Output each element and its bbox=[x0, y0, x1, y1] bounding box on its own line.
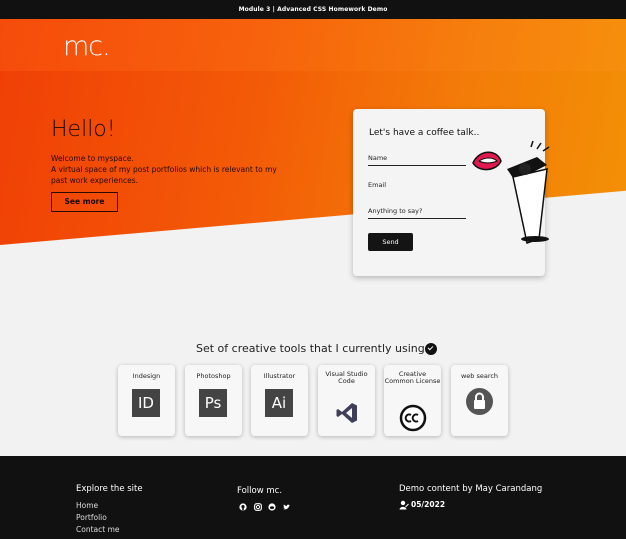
hero-title: Hello! bbox=[51, 117, 116, 142]
web-search-icon bbox=[466, 388, 493, 415]
see-more-button[interactable]: See more bbox=[51, 192, 118, 212]
footer-link-contact[interactable]: Contact me bbox=[76, 525, 119, 534]
email-field[interactable]: Email bbox=[368, 181, 466, 193]
hero-description-line: past work experiences. bbox=[51, 176, 138, 185]
tool-card-photoshop[interactable]: Photoshop Ps bbox=[185, 365, 242, 436]
instagram-icon[interactable] bbox=[254, 503, 262, 511]
site-logo[interactable]: mc. bbox=[63, 31, 111, 62]
send-button[interactable]: Send bbox=[368, 233, 413, 251]
tool-label: web search bbox=[460, 372, 499, 380]
illustrator-icon: Ai bbox=[265, 389, 293, 417]
vscode-icon bbox=[336, 403, 357, 423]
hero-welcome-text: Welcome to myspace. bbox=[51, 154, 134, 163]
footer-link-home[interactable]: Home bbox=[76, 501, 98, 510]
site-footer: Explore the site Home Portfolio Contact … bbox=[0, 456, 626, 539]
tools-heading: Set of creative tools that I currently u… bbox=[196, 342, 425, 355]
coffee-cup-illustration bbox=[472, 140, 550, 244]
explore-heading: Explore the site bbox=[76, 484, 143, 494]
follow-heading: Follow mc. bbox=[237, 486, 283, 496]
date-text: 05/2022 bbox=[411, 500, 446, 509]
tool-label: Visual Studio Code bbox=[325, 370, 368, 385]
check-circle-icon bbox=[425, 343, 437, 355]
contact-card: Let's have a coffee talk.. Name Email An… bbox=[353, 109, 550, 276]
tool-label: Indesign bbox=[132, 372, 161, 380]
hero-description-line: A virtual space of my post portfolios wh… bbox=[51, 165, 277, 174]
photoshop-icon: Ps bbox=[199, 389, 227, 417]
name-field[interactable]: Name bbox=[368, 154, 466, 166]
creative-commons-icon bbox=[399, 404, 427, 432]
message-field[interactable]: Anything to say? bbox=[368, 207, 466, 219]
indesign-icon: ID bbox=[132, 389, 160, 417]
twitter-icon[interactable] bbox=[282, 503, 291, 511]
tool-card-illustrator[interactable]: Illustrator Ai bbox=[251, 365, 308, 436]
tool-label: Illustrator bbox=[263, 372, 296, 380]
credit-text: Demo content by May Carandang bbox=[399, 484, 543, 494]
user-icon bbox=[399, 500, 409, 510]
github-icon[interactable] bbox=[239, 503, 247, 511]
top-banner: Module 3 | Advanced CSS Homework Demo bbox=[0, 0, 626, 19]
tool-card-vscode[interactable]: Visual Studio Code bbox=[318, 365, 375, 436]
tool-label: Photoshop bbox=[196, 372, 231, 380]
tool-label: Creative Common License bbox=[384, 370, 441, 385]
contact-card-title: Let's have a coffee talk.. bbox=[369, 128, 480, 138]
reddit-icon[interactable] bbox=[268, 503, 276, 511]
tool-card-indesign[interactable]: Indesign ID bbox=[118, 365, 175, 436]
tool-card-web-search[interactable]: web search bbox=[451, 365, 508, 436]
footer-link-portfolio[interactable]: Portfolio bbox=[76, 513, 107, 522]
tool-card-creative-commons[interactable]: Creative Common License bbox=[384, 365, 441, 436]
